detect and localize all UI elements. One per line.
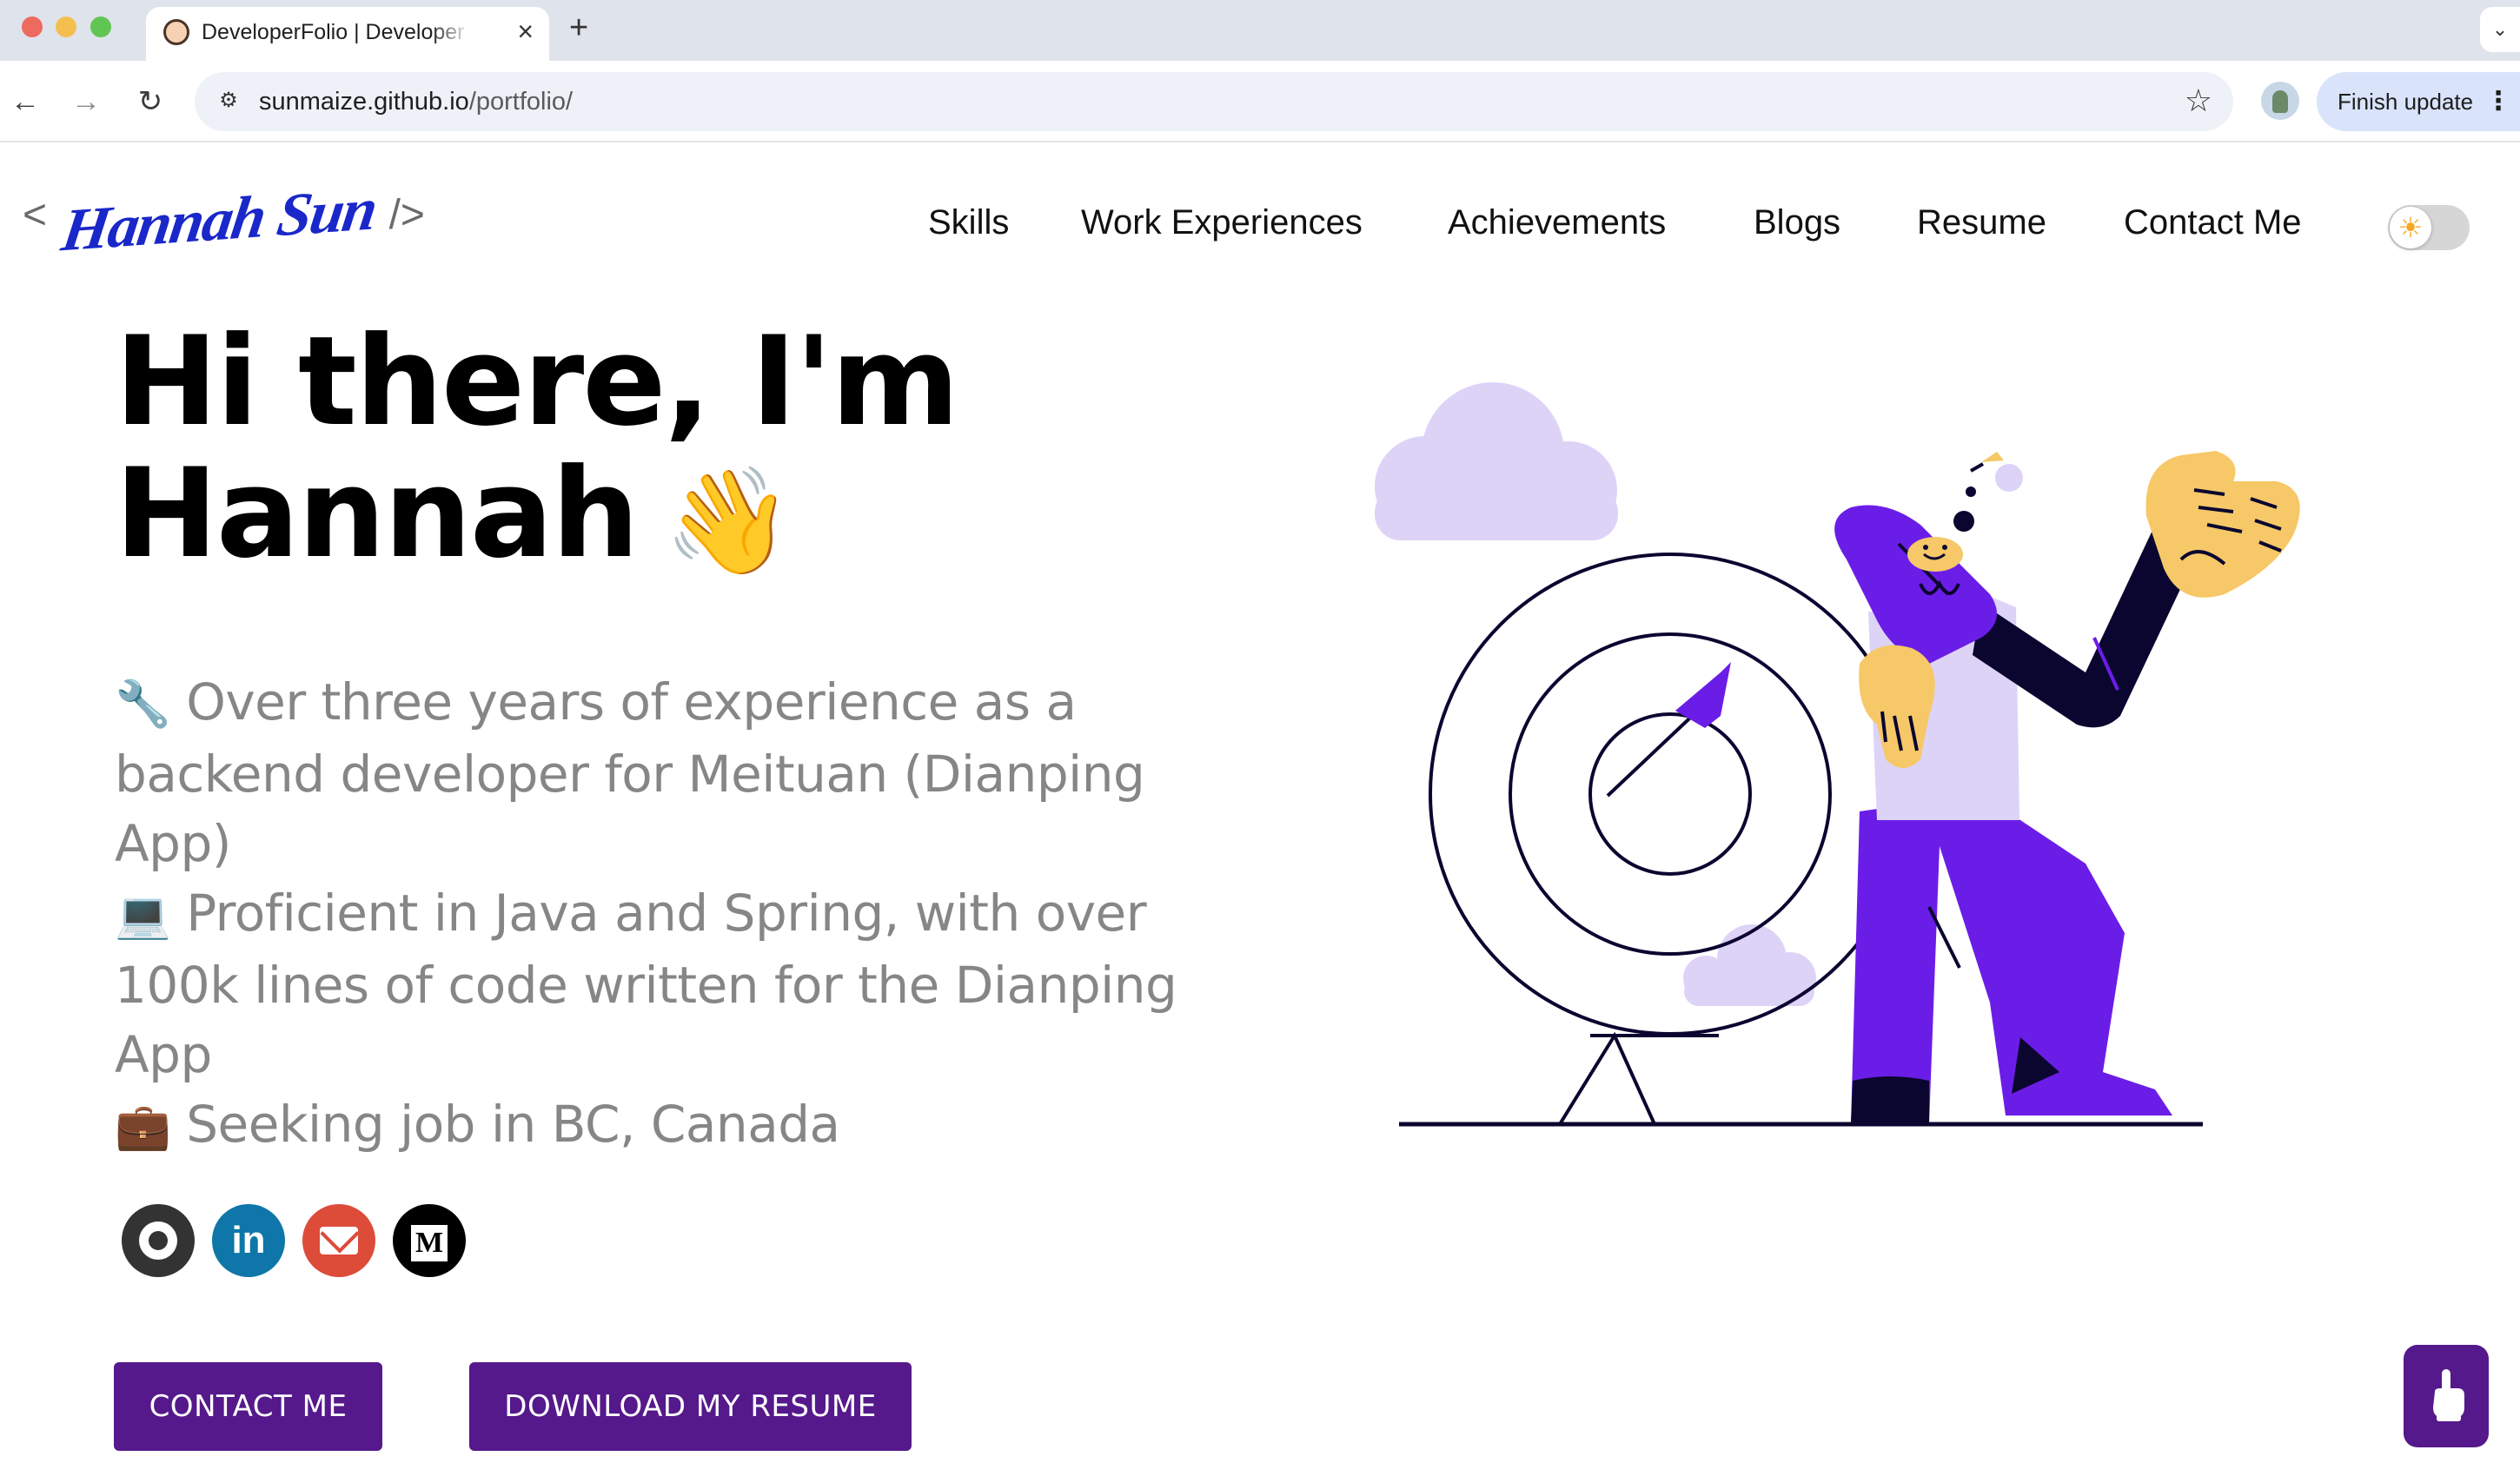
hero-bio: 🔧 Over three years of experience as a ba…: [115, 667, 1262, 1162]
download-resume-button[interactable]: DOWNLOAD MY RESUME: [469, 1362, 912, 1451]
favicon-icon: [163, 19, 189, 45]
nav-achievements[interactable]: Achievements: [1448, 203, 1666, 242]
nav-resume[interactable]: Resume: [1917, 203, 2046, 242]
forward-button[interactable]: →: [64, 80, 108, 123]
github-icon: [139, 1221, 177, 1260]
cloud-small: [1683, 924, 1816, 1006]
browser-menu-icon[interactable]: ⋮: [2485, 72, 2511, 131]
new-tab-button[interactable]: +: [569, 10, 588, 45]
bio-text: Proficient in Java and Spring, with over…: [115, 884, 1177, 1084]
greeting-line-2: Hannah: [115, 442, 640, 586]
pointing-hand-icon: [2433, 1369, 2464, 1421]
bio-item: 💻 Proficient in Java and Spring, with ov…: [115, 878, 1262, 1089]
tab-close-icon[interactable]: ×: [517, 16, 534, 47]
tab-search-button[interactable]: ⌄: [2480, 7, 2520, 52]
scroll-to-top-button[interactable]: [2404, 1345, 2489, 1447]
medium-link[interactable]: M: [393, 1204, 466, 1277]
github-link[interactable]: [122, 1204, 195, 1277]
linkedin-icon: in: [231, 1219, 266, 1261]
finish-update-button[interactable]: Finish update ⋮: [2317, 72, 2520, 131]
hero-greeting: Hi there, I'm Hannah 👋: [115, 316, 1244, 588]
site-info-icon[interactable]: ⚙: [214, 86, 243, 116]
theme-toggle[interactable]: ☀: [2388, 205, 2470, 250]
browser-tab-strip: DeveloperFolio | Developer Portfolio × +…: [0, 0, 2520, 61]
tab-title: DeveloperFolio | Developer Portfolio: [202, 20, 471, 44]
bio-item: 💼 Seeking job in BC, Canada: [115, 1089, 1262, 1162]
waving-hand-icon: 👋: [663, 460, 793, 582]
maximize-window-button[interactable]: [90, 17, 111, 37]
url-text[interactable]: sunmaize.github.io/portfolio/: [259, 88, 573, 116]
greeting-line-1: Hi there, I'm: [115, 310, 959, 453]
nav-work-experiences[interactable]: Work Experiences: [1081, 203, 1363, 242]
nav-blogs[interactable]: Blogs: [1754, 203, 1840, 242]
portfolio-page: < Hannah Sun/> Skills Work Experiences Ac…: [0, 142, 2520, 1463]
reload-button[interactable]: ↻: [129, 80, 172, 123]
wrench-icon: 🔧: [115, 679, 171, 731]
site-logo[interactable]: < Hannah Sun/>: [23, 176, 425, 273]
logo-signature: Hannah Sun: [57, 175, 381, 265]
laptop-icon: 💻: [115, 890, 171, 942]
address-bar[interactable]: ⚙ sunmaize.github.io/portfolio/ ☆: [195, 72, 2233, 131]
close-window-button[interactable]: [22, 17, 43, 37]
browser-tab[interactable]: DeveloperFolio | Developer Portfolio ×: [146, 7, 549, 61]
url-host: sunmaize.github.io: [259, 88, 469, 116]
browser-toolbar: ← → ↻ ⚙ sunmaize.github.io/portfolio/ ☆ …: [0, 61, 2520, 142]
bio-text: Seeking job in BC, Canada: [186, 1095, 840, 1154]
url-path: /portfolio/: [468, 88, 574, 116]
finish-update-label: Finish update: [2338, 89, 2474, 115]
nav-skills[interactable]: Skills: [928, 203, 1009, 242]
briefcase-icon: 💼: [115, 1101, 171, 1153]
email-link[interactable]: [302, 1204, 375, 1277]
bio-item: 🔧 Over three years of experience as a ba…: [115, 667, 1262, 878]
character: [1834, 451, 2300, 1124]
contact-me-button[interactable]: CONTACT ME: [114, 1362, 382, 1451]
nav-contact-me[interactable]: Contact Me: [2124, 203, 2302, 242]
logo-open-bracket: <: [23, 192, 48, 238]
cloud-large: [1375, 382, 1618, 540]
hero-illustration: [1375, 382, 2300, 1127]
medium-icon: M: [411, 1225, 448, 1261]
back-button[interactable]: ←: [3, 80, 47, 123]
logo-close-bracket: />: [388, 192, 425, 238]
bookmark-star-icon[interactable]: ☆: [2185, 83, 2212, 119]
minimize-window-button[interactable]: [56, 17, 76, 37]
linkedin-link[interactable]: in: [212, 1204, 285, 1277]
mail-icon: [320, 1227, 358, 1254]
sun-icon: ☀: [2390, 207, 2431, 248]
profile-avatar[interactable]: [2261, 82, 2299, 120]
bio-text: Over three years of experience as a back…: [115, 672, 1145, 873]
